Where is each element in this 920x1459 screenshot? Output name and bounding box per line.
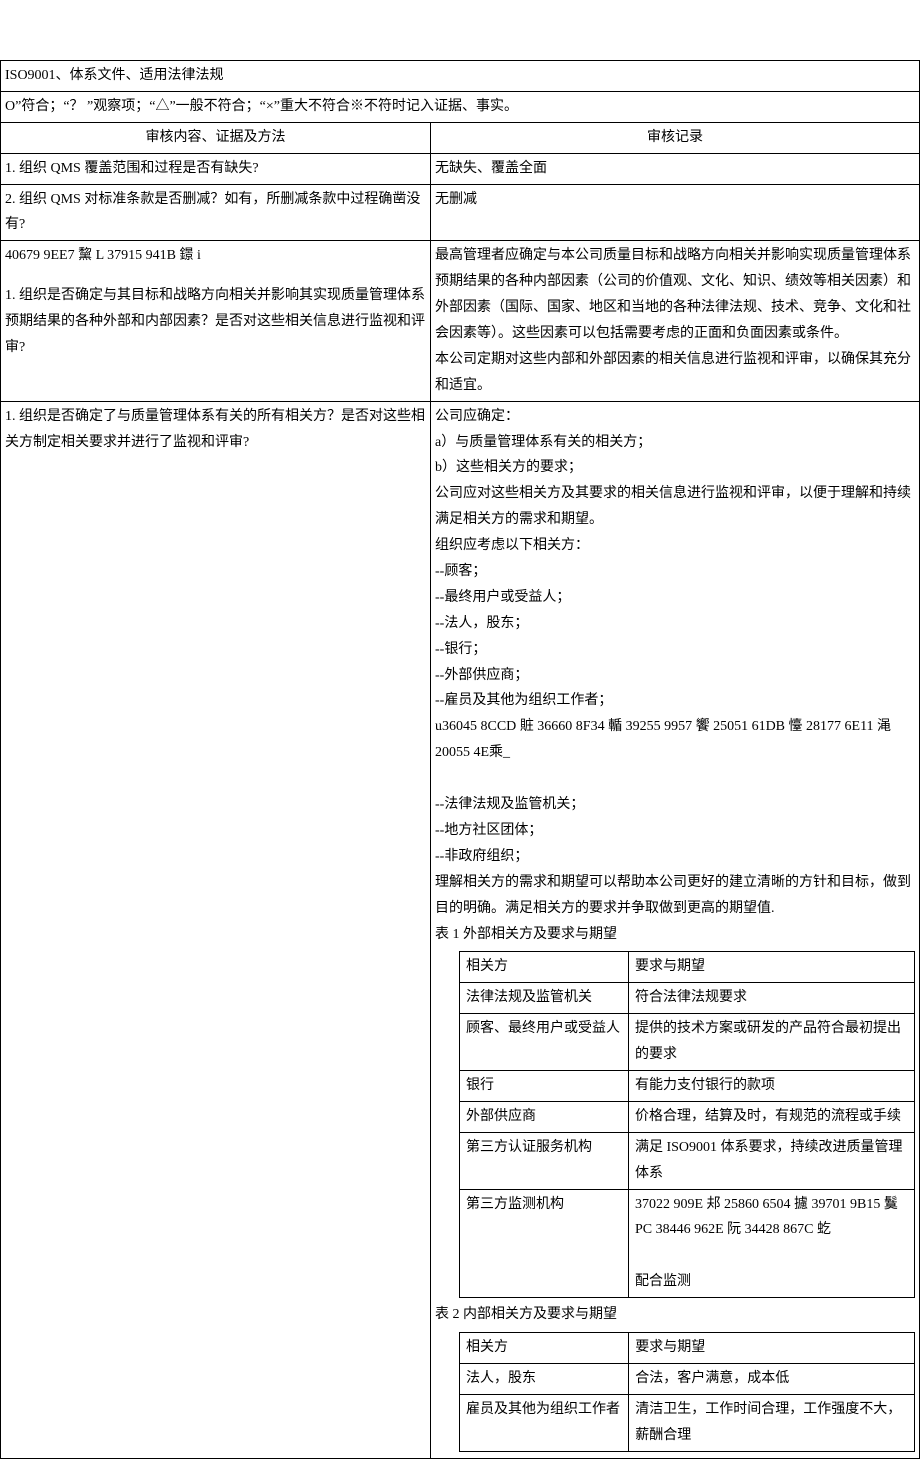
party-cell: 第三方认证服务机构 xyxy=(460,1132,629,1189)
table1-header-req: 要求与期望 xyxy=(628,952,914,983)
row4-line: --地方社区团体； xyxy=(435,818,915,844)
party-cell: 雇员及其他为组织工作者 xyxy=(460,1394,629,1451)
table-row: 法人，股东合法，客户满意，成本低 xyxy=(460,1363,915,1394)
row3-left-code: 40679 9EE7 黧 L 37915 941B 鐛 i xyxy=(5,243,426,269)
party-cell: 外部供应商 xyxy=(460,1101,629,1132)
row2-left: 2. 组织 QMS 对标准条款是否删减？如有，所删减条款中过程确凿没有? xyxy=(1,184,431,241)
req-cell: 清洁卫生，工作时间合理，工作强度不大，薪酬合理 xyxy=(629,1394,915,1451)
row4-line: a）与质量管理体系有关的相关方； xyxy=(435,430,915,456)
row2-right: 无删减 xyxy=(431,184,920,241)
row4-left: 1. 组织是否确定了与质量管理体系有关的所有相关方？是否对这些相关方制定相关要求… xyxy=(1,401,431,1458)
table1-caption: 表 1 外部相关方及要求与期望 xyxy=(435,922,915,948)
row4-line xyxy=(435,766,915,792)
row4-right-text: 公司应确定：a）与质量管理体系有关的相关方；b）这些相关方的要求；公司应对这些相… xyxy=(435,404,915,922)
header-line-1: ISO9001、体系文件、适用法律法规 xyxy=(1,61,920,92)
row4-line: --银行； xyxy=(435,637,915,663)
row4-line: 公司应对这些相关方及其要求的相关信息进行监视和评审，以便于理解和持续满足相关方的… xyxy=(435,481,915,533)
req-cell: 符合法律法规要求 xyxy=(628,983,914,1014)
party-cell: 第三方监测机构 xyxy=(460,1189,629,1298)
req-cell: 37022 909E 邞 25860 6504 攄 39701 9B15 鬕PC… xyxy=(628,1189,914,1298)
party-cell: 银行 xyxy=(460,1070,629,1101)
party-cell: 法人，股东 xyxy=(460,1363,629,1394)
row4-line: b）这些相关方的要求； xyxy=(435,455,915,481)
req-cell: 有能力支付银行的款项 xyxy=(628,1070,914,1101)
row1-right: 无缺失、覆盖全面 xyxy=(431,153,920,184)
col-header-right: 审核记录 xyxy=(431,122,920,153)
table2-header-party: 相关方 xyxy=(460,1332,629,1363)
row3-left: 40679 9EE7 黧 L 37915 941B 鐛 i 1. 组织是否确定与… xyxy=(1,241,431,401)
req-cell: 合法，客户满意，成本低 xyxy=(629,1363,915,1394)
req-cell: 提供的技术方案或研发的产品符合最初提出的要求 xyxy=(628,1014,914,1071)
row4-right: 公司应确定：a）与质量管理体系有关的相关方；b）这些相关方的要求；公司应对这些相… xyxy=(431,401,920,1458)
row4-line: --雇员及其他为组织工作者； xyxy=(435,688,915,714)
row1-left: 1. 组织 QMS 覆盖范围和过程是否有缺失? xyxy=(1,153,431,184)
row4-line: u36045 8CCD 賍 36660 8F34 輴 39255 9957 饗 … xyxy=(435,714,915,766)
row4-line: 公司应确定： xyxy=(435,404,915,430)
table1-header-party: 相关方 xyxy=(460,952,629,983)
party-cell: 顾客、最终用户或受益人 xyxy=(460,1014,629,1071)
table-row: 顾客、最终用户或受益人提供的技术方案或研发的产品符合最初提出的要求 xyxy=(460,1014,915,1071)
table-row: 法律法规及监管机关符合法律法规要求 xyxy=(460,983,915,1014)
header-line-2: O”符合；“？ ”观察项；“△”一般不符合；“×”重大不符合※不符时记入证据、事… xyxy=(1,91,920,122)
req-cell: 满足 ISO9001 体系要求，持续改进质量管理体系 xyxy=(628,1132,914,1189)
party-cell: 法律法规及监管机关 xyxy=(460,983,629,1014)
row4-line: --法人，股东； xyxy=(435,611,915,637)
table-row: 第三方认证服务机构满足 ISO9001 体系要求，持续改进质量管理体系 xyxy=(460,1132,915,1189)
row4-line: --最终用户或受益人； xyxy=(435,585,915,611)
row3-right: 最高管理者应确定与本公司质量目标和战略方向相关并影响实现质量管理体系预期结果的各… xyxy=(431,241,920,401)
row4-line: --法律法规及监管机关； xyxy=(435,792,915,818)
table2-caption: 表 2 内部相关方及要求与期望 xyxy=(435,1302,915,1328)
table-row: 银行有能力支付银行的款项 xyxy=(460,1070,915,1101)
audit-table: ISO9001、体系文件、适用法律法规 O”符合；“？ ”观察项；“△”一般不符… xyxy=(0,60,920,1459)
row4-line: --顾客； xyxy=(435,559,915,585)
row4-line: --非政府组织； xyxy=(435,844,915,870)
req-cell: 价格合理，结算及时，有规范的流程或手续 xyxy=(628,1101,914,1132)
col-header-left: 审核内容、证据及方法 xyxy=(1,122,431,153)
row4-line: 组织应考虑以下相关方： xyxy=(435,533,915,559)
row3-left-text: 1. 组织是否确定与其目标和战略方向相关并影响其实现质量管理体系预期结果的各种外… xyxy=(5,283,426,361)
table-internal-parties: 相关方 要求与期望 法人，股东合法，客户满意，成本低雇员及其他为组织工作者清洁卫… xyxy=(459,1332,915,1452)
table2-header-req: 要求与期望 xyxy=(629,1332,915,1363)
table-row: 雇员及其他为组织工作者清洁卫生，工作时间合理，工作强度不大，薪酬合理 xyxy=(460,1394,915,1451)
table-external-parties: 相关方 要求与期望 法律法规及监管机关符合法律法规要求顾客、最终用户或受益人提供… xyxy=(459,951,915,1298)
table-row: 第三方监测机构37022 909E 邞 25860 6504 攄 39701 9… xyxy=(460,1189,915,1298)
table-row: 外部供应商价格合理，结算及时，有规范的流程或手续 xyxy=(460,1101,915,1132)
row4-line: 理解相关方的需求和期望可以帮助本公司更好的建立清晰的方针和目标，做到目的明确。满… xyxy=(435,870,915,922)
row4-line: --外部供应商； xyxy=(435,663,915,689)
